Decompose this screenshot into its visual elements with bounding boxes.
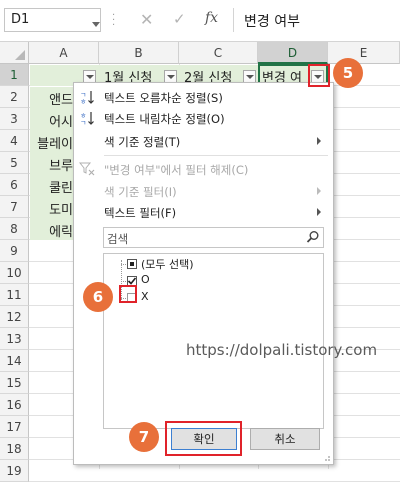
menu-sort-ascending[interactable]: ㄱㅎ 텍스트 오름차순 정렬(S)	[74, 87, 333, 108]
select-all-corner[interactable]	[0, 42, 29, 64]
row-header[interactable]: 13	[0, 328, 29, 350]
label-select-all: (모두 선택)	[141, 258, 194, 271]
row-header[interactable]: 12	[0, 306, 29, 328]
checkbox-select-all[interactable]	[127, 259, 137, 269]
filter-by-color-label: 색 기준 필터(I)	[104, 185, 177, 199]
cancel-button[interactable]: 취소	[250, 428, 320, 450]
row-header[interactable]: 3	[0, 108, 29, 130]
menu-clear-filter: "변경 여부"에서 필터 해제(C)	[74, 159, 333, 180]
sort-descending-label: 텍스트 내림차순 정렬(O)	[104, 112, 225, 126]
column-header-a[interactable]: A	[29, 42, 99, 64]
formula-bar: D1 · · · ✕ ✓ fx 변경 여부	[0, 0, 400, 42]
name-box-dropdown-icon[interactable]	[92, 22, 100, 27]
text-filter-label: 텍스트 필터(F)	[104, 206, 177, 220]
submenu-arrow-icon	[317, 187, 321, 195]
cancel-entry-icon[interactable]: ✕	[140, 10, 153, 29]
svg-text:ㄱ: ㄱ	[80, 119, 86, 126]
step-badge-6: 6	[83, 282, 113, 312]
row-header[interactable]: 18	[0, 438, 29, 460]
select-all-icon	[15, 50, 25, 60]
row-header[interactable]: 9	[0, 240, 29, 262]
menu-sort-by-color[interactable]: 색 기준 정렬(T)	[74, 131, 333, 152]
sort-ascending-icon: ㄱㅎ	[79, 89, 97, 107]
column-header-c[interactable]: C	[179, 42, 258, 64]
cell-a6[interactable]: 쿨린	[30, 177, 73, 196]
highlight-ok-button	[165, 421, 242, 456]
row-header[interactable]: 8	[0, 218, 29, 240]
sort-by-color-label: 색 기준 정렬(T)	[104, 135, 181, 149]
column-header-b[interactable]: B	[99, 42, 179, 64]
submenu-arrow-icon	[317, 208, 321, 216]
cell-a2[interactable]: 앤드	[30, 89, 73, 108]
step-badge-7: 7	[129, 422, 159, 452]
sort-descending-icon: ㅎㄱ	[79, 110, 97, 128]
resize-grip-icon[interactable]	[323, 454, 331, 462]
highlight-filter-button	[308, 64, 330, 87]
highlight-checkbox-x	[119, 285, 137, 303]
clear-filter-label: "변경 여부"에서 필터 해제(C)	[104, 163, 249, 177]
cell-a7[interactable]: 도미	[30, 199, 73, 218]
tree-connector	[121, 264, 126, 265]
menu-text-filter[interactable]: 텍스트 필터(F)	[74, 202, 333, 223]
column-header-d[interactable]: D	[258, 42, 328, 64]
cell-a4[interactable]: 블레이	[30, 133, 73, 152]
submenu-arrow-icon	[317, 137, 321, 145]
tree-connector	[121, 281, 126, 282]
search-icon	[306, 231, 319, 243]
formula-value: 변경 여부	[244, 14, 300, 30]
search-placeholder: 검색	[107, 232, 129, 246]
row-header[interactable]: 5	[0, 152, 29, 174]
cell-a3[interactable]: 어시	[30, 111, 73, 130]
row-header[interactable]: 19	[0, 460, 29, 482]
name-box[interactable]: D1	[4, 8, 101, 32]
row-header[interactable]: 10	[0, 262, 29, 284]
formula-input[interactable]: 변경 여부	[233, 8, 400, 32]
autofilter-dropdown: ㄱㅎ 텍스트 오름차순 정렬(S) ㅎㄱ 텍스트 내림차순 정렬(O) 색 기준…	[73, 82, 334, 465]
label-value-x: X	[141, 290, 149, 303]
menu-separator	[104, 155, 328, 156]
row-header[interactable]: 14	[0, 350, 29, 372]
confirm-entry-icon[interactable]: ✓	[173, 10, 186, 28]
row-header[interactable]: 1	[0, 64, 29, 86]
cell-a5[interactable]: 브루	[30, 155, 73, 174]
row-header[interactable]: 11	[0, 284, 29, 306]
label-value-o: O	[141, 273, 150, 286]
row-header[interactable]: 2	[0, 86, 29, 108]
menu-sort-descending[interactable]: ㅎㄱ 텍스트 내림차순 정렬(O)	[74, 108, 333, 129]
row-header[interactable]: 16	[0, 394, 29, 416]
step-badge-5: 5	[333, 58, 363, 88]
formula-bar-grip-icon: · · ·	[112, 10, 116, 31]
name-box-value: D1	[11, 12, 30, 27]
row-header[interactable]: 4	[0, 130, 29, 152]
filter-search-input[interactable]: 검색	[103, 227, 324, 248]
row-header[interactable]: 15	[0, 372, 29, 394]
menu-filter-by-color: 색 기준 필터(I)	[74, 181, 333, 202]
watermark: https://dolpali.tistory.com	[186, 341, 378, 359]
row-header[interactable]: 6	[0, 174, 29, 196]
row-header[interactable]: 7	[0, 196, 29, 218]
insert-function-icon[interactable]: fx	[205, 10, 218, 26]
clear-filter-icon	[78, 161, 97, 179]
sort-ascending-label: 텍스트 오름차순 정렬(S)	[104, 91, 223, 105]
row-header[interactable]: 17	[0, 416, 29, 438]
cell-a8[interactable]: 에릭	[30, 221, 73, 240]
svg-text:ㅎ: ㅎ	[80, 98, 86, 105]
